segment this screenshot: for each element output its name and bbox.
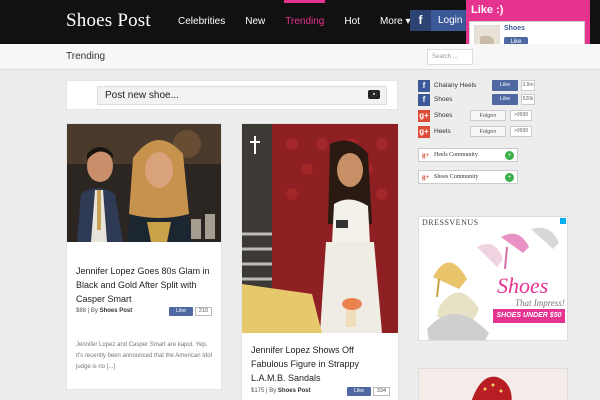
camera-icon[interactable] — [368, 90, 380, 99]
post-image[interactable] — [67, 124, 221, 242]
post-meta: $88 | By Shoes Post — [76, 308, 132, 314]
bottom-ad-banner[interactable] — [418, 368, 568, 400]
google-follow-button[interactable]: Folgen — [470, 126, 506, 137]
google-plus-icon: g+ — [418, 110, 430, 122]
like-popup-title: Like :) — [471, 4, 504, 16]
facebook-like-button[interactable]: Like — [492, 94, 518, 105]
nav-item-celebrities[interactable]: Celebrities — [178, 0, 225, 44]
ad-title: Shoes — [497, 273, 549, 298]
post-like-button[interactable]: Like — [169, 307, 193, 316]
post-author[interactable]: Shoes Post — [278, 388, 311, 394]
post-price: $175 | By — [251, 388, 277, 394]
facebook-icon: f — [410, 10, 431, 31]
community-label: Heels Community — [434, 152, 478, 158]
nav-item-trending[interactable]: Trending — [284, 0, 326, 44]
facebook-login-button[interactable]: f Login — [410, 10, 474, 31]
main-nav: Celebrities New Trending Hot More ▾ — [178, 0, 431, 44]
post-like-button[interactable]: Like — [347, 387, 371, 396]
post-meta: $175 | By Shoes Post — [251, 388, 311, 394]
post-card[interactable]: Jennifer Lopez Goes 80s Glam in Black an… — [66, 123, 222, 390]
community-label: Shoes Community — [434, 174, 479, 180]
subheader: Trending Search ... — [0, 44, 600, 70]
post-title[interactable]: Jennifer Lopez Shows Off Fabulous Figure… — [251, 343, 393, 385]
dressvenus-ad-banner[interactable]: DRESSVENUS Shoes That Impress! SHOES UND… — [418, 216, 568, 341]
heels-community-link[interactable]: g+ Heels Community + — [418, 148, 518, 162]
post-placeholder: Post new shoe... — [105, 90, 179, 101]
ad-subtitle: That Impress! — [515, 298, 565, 308]
post-card[interactable]: Jennifer Lopez Shows Off Fabulous Figure… — [241, 123, 399, 400]
post-price: $88 | By — [76, 308, 98, 314]
nav-item-more[interactable]: More ▾ — [380, 0, 411, 44]
post-image[interactable] — [242, 124, 398, 333]
shoes-community-link[interactable]: g+ Shoes Community + — [418, 170, 518, 184]
join-icon[interactable]: + — [505, 173, 514, 182]
search-input[interactable]: Search ... — [427, 49, 473, 65]
google-plus-icon: g+ — [418, 126, 430, 138]
social-label[interactable]: Chalany Heels — [434, 82, 476, 89]
post-excerpt: Jennifer Lopez and Casper Smart are kapu… — [76, 342, 212, 370]
google-plus-icon: g+ — [422, 173, 430, 181]
post-like-count: 334 — [373, 387, 390, 396]
ad-cta[interactable]: SHOES UNDER $50 — [493, 309, 565, 323]
post-author[interactable]: Shoes Post — [100, 308, 133, 314]
google-plus-icon: g+ — [422, 151, 430, 159]
post-composer: Post new shoe... — [66, 80, 398, 110]
site-logo[interactable]: Shoes Post — [66, 10, 151, 32]
nav-item-new[interactable]: New — [245, 0, 265, 44]
join-icon[interactable]: + — [505, 151, 514, 160]
page-name[interactable]: Shoes — [504, 25, 525, 32]
follow-count: >9999 — [510, 126, 532, 137]
social-label[interactable]: Shoes — [434, 96, 452, 103]
facebook-icon: f — [418, 94, 430, 106]
nav-item-hot[interactable]: Hot — [344, 0, 360, 44]
facebook-icon: f — [418, 80, 430, 92]
google-follow-button[interactable]: Folgen — [470, 110, 506, 121]
facebook-like-button[interactable]: Like — [492, 80, 518, 91]
like-count: 3.9m — [521, 80, 535, 91]
like-count: 520k — [521, 94, 535, 105]
post-title[interactable]: Jennifer Lopez Goes 80s Glam in Black an… — [76, 264, 216, 306]
social-label[interactable]: Shoes — [434, 112, 452, 119]
post-new-shoe-input[interactable]: Post new shoe... — [97, 86, 387, 105]
post-like-count: 210 — [195, 307, 212, 316]
login-label: Login — [438, 15, 463, 26]
follow-count: >9999 — [510, 110, 532, 121]
page-title: Trending — [66, 51, 106, 62]
social-label[interactable]: Heels — [434, 128, 451, 135]
